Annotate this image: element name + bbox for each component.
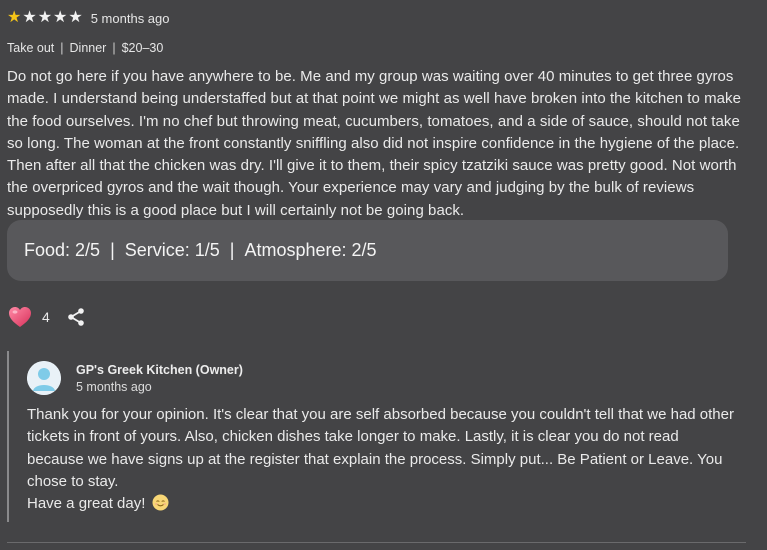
star-empty-icon: ★ bbox=[37, 9, 53, 26]
food-rating: Food: 2/5 bbox=[24, 240, 101, 260]
rating-row: ★ ★ ★ ★ ★ 5 months ago bbox=[7, 10, 170, 26]
meta-meal-type: Dinner bbox=[69, 41, 107, 55]
star-empty-icon: ★ bbox=[22, 9, 37, 26]
star-empty-icon: ★ bbox=[53, 9, 68, 26]
star-filled-icon: ★ bbox=[7, 9, 22, 26]
smile-emoji-icon bbox=[152, 494, 169, 511]
service-rating: Service: 1/5 bbox=[124, 240, 220, 260]
review-actions: 4 bbox=[8, 306, 86, 328]
meta-separator: | bbox=[60, 41, 64, 55]
rating-separator: | bbox=[110, 240, 115, 260]
owner-response-body: Thank you for your opinion. It's clear t… bbox=[27, 404, 737, 515]
heart-icon[interactable] bbox=[8, 306, 32, 328]
like-button[interactable]: 4 bbox=[8, 306, 50, 328]
review-time: 5 months ago bbox=[90, 10, 170, 26]
person-icon bbox=[27, 361, 61, 395]
owner-response-time: 5 months ago bbox=[76, 380, 152, 394]
owner-avatar[interactable] bbox=[27, 361, 61, 395]
owner-name[interactable]: GP's Greek Kitchen (Owner) bbox=[76, 363, 243, 377]
share-icon[interactable] bbox=[66, 307, 86, 327]
atmosphere-rating: Atmosphere: 2/5 bbox=[244, 240, 377, 260]
meta-price-range: $20–30 bbox=[121, 41, 164, 55]
like-count: 4 bbox=[42, 309, 50, 325]
rating-separator: | bbox=[229, 240, 235, 260]
divider bbox=[7, 542, 746, 543]
sub-ratings: Food: 2/5 | Service: 1/5 | Atmosphere: 2… bbox=[7, 220, 728, 281]
owner-response-text: Thank you for your opinion. It's clear t… bbox=[27, 406, 734, 490]
star-empty-icon: ★ bbox=[68, 9, 83, 26]
owner-response-closing: Have a great day! bbox=[27, 495, 146, 513]
meta-separator: | bbox=[112, 41, 116, 55]
owner-response: GP's Greek Kitchen (Owner) 5 months ago … bbox=[7, 351, 744, 522]
review-meta: Take out | Dinner | $20–30 bbox=[7, 41, 163, 55]
review-body: Do not go here if you have anywhere to b… bbox=[7, 68, 741, 219]
star-rating: ★ ★ ★ ★ ★ bbox=[7, 10, 83, 26]
meta-service-type: Take out bbox=[7, 41, 55, 55]
